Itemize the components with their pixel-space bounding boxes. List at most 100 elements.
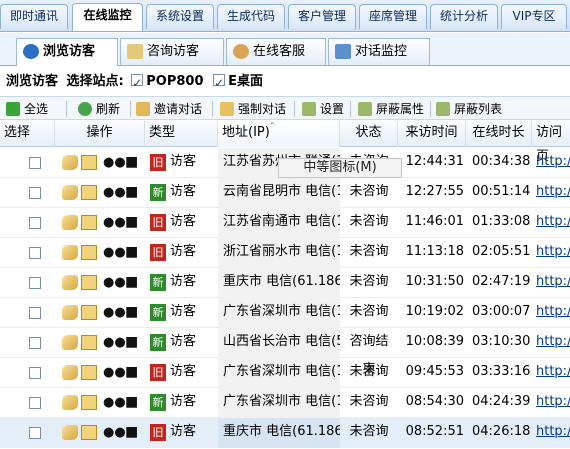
envelope-icon[interactable] bbox=[81, 245, 97, 260]
tab-system-settings[interactable]: 系统设置 bbox=[146, 4, 214, 29]
row-checkbox[interactable] bbox=[29, 157, 41, 169]
col-header-arrival-time[interactable]: 来访时间 bbox=[398, 121, 466, 147]
mask-list-button[interactable]: 屏蔽列表 bbox=[436, 100, 502, 118]
table-row[interactable]: ●● ■ 新访客 云南省昆明市 电信(1 未咨询 12:27:55 00:51:14 http… bbox=[0, 178, 570, 208]
binoculars-icon[interactable]: ●● bbox=[103, 185, 126, 200]
subtab-dialog-monitor[interactable]: 对话监控 bbox=[328, 38, 430, 65]
invite-hand-icon[interactable] bbox=[62, 215, 78, 230]
row-checkbox[interactable] bbox=[29, 187, 41, 199]
head-icon[interactable]: ■ bbox=[125, 275, 141, 290]
visit-page-link[interactable]: http:/ bbox=[536, 388, 570, 416]
tab-generate-code[interactable]: 生成代码 bbox=[217, 4, 285, 29]
col-header-visit-page[interactable]: 访问页 bbox=[532, 121, 570, 164]
head-icon[interactable]: ■ bbox=[125, 185, 141, 200]
head-icon[interactable]: ■ bbox=[125, 425, 141, 440]
table-row[interactable]: ●● ■ 新访客 山西省长治市 电信(5 咨询结束 10:08:39 03:10:30 htt… bbox=[0, 328, 570, 377]
table-row[interactable]: ●● ■ 新访客 广东省深圳市 电信(1 未咨询 08:54:30 04:24:39 http… bbox=[0, 388, 570, 418]
invite-hand-icon[interactable] bbox=[62, 425, 78, 440]
envelope-icon[interactable] bbox=[81, 335, 97, 350]
visit-page-link[interactable]: http:/ bbox=[536, 268, 570, 296]
visit-page-link[interactable]: http:/ bbox=[536, 298, 570, 326]
binoculars-icon[interactable]: ●● bbox=[103, 275, 126, 290]
binoculars-icon[interactable]: ●● bbox=[103, 155, 126, 170]
col-header-select[interactable]: 选择 bbox=[0, 121, 55, 147]
tab-seat-management[interactable]: 座席管理 bbox=[359, 4, 427, 29]
visit-page-link[interactable]: http:/ bbox=[536, 148, 570, 176]
tab-vip[interactable]: VIP专区 bbox=[501, 4, 567, 29]
col-header-status[interactable]: 状态 bbox=[340, 121, 398, 147]
envelope-icon[interactable] bbox=[81, 425, 97, 440]
envelope-icon[interactable] bbox=[81, 365, 97, 380]
binoculars-icon[interactable]: ●● bbox=[103, 305, 126, 320]
envelope-icon[interactable] bbox=[81, 395, 97, 410]
col-header-online-duration[interactable]: 在线时长 bbox=[466, 121, 532, 147]
row-checkbox[interactable] bbox=[29, 217, 41, 229]
head-icon[interactable]: ■ bbox=[125, 395, 141, 410]
invite-dialog-button[interactable]: 邀请对话 bbox=[136, 100, 202, 118]
row-checkbox[interactable] bbox=[29, 307, 41, 319]
table-row[interactable]: ●● ■ 旧访客 江苏省南通市 电信(1 未咨询 11:46:01 01:33:08 http… bbox=[0, 208, 570, 238]
envelope-icon[interactable] bbox=[81, 185, 97, 200]
invite-hand-icon[interactable] bbox=[62, 155, 78, 170]
visit-page-link[interactable]: http:/ bbox=[536, 208, 570, 236]
toolbar-divider bbox=[430, 101, 431, 117]
col-header-address[interactable]: 地址(IP) ^ bbox=[218, 121, 340, 147]
col-header-type[interactable]: 类型 bbox=[145, 121, 218, 147]
site-checkbox-pop800[interactable] bbox=[131, 71, 144, 95]
table-row[interactable]: ●● ■ 旧访客 浙江省丽水市 电信(1 未咨询 11:13:18 02:05:51 http… bbox=[0, 238, 570, 268]
visit-page-link[interactable]: http:/ bbox=[536, 238, 570, 266]
invite-hand-icon[interactable] bbox=[62, 305, 78, 320]
tab-instant-messaging[interactable]: 即时通讯 bbox=[0, 4, 68, 29]
envelope-icon[interactable] bbox=[81, 275, 97, 290]
head-icon[interactable]: ■ bbox=[125, 305, 141, 320]
subtab-browse-visitors[interactable]: 浏览访客 bbox=[16, 38, 118, 66]
visit-page-link[interactable]: http:/ bbox=[536, 328, 570, 356]
envelope-icon[interactable] bbox=[81, 305, 97, 320]
row-checkbox[interactable] bbox=[29, 367, 41, 379]
visit-page-link[interactable]: http:/ bbox=[536, 358, 570, 386]
site-checkbox-edesktop[interactable] bbox=[213, 71, 226, 95]
binoculars-icon[interactable]: ●● bbox=[103, 365, 126, 380]
invite-hand-icon[interactable] bbox=[62, 395, 78, 410]
row-checkbox[interactable] bbox=[29, 247, 41, 259]
invite-hand-icon[interactable] bbox=[62, 185, 78, 200]
binoculars-icon[interactable]: ●● bbox=[103, 425, 126, 440]
select-all-button[interactable]: 全选 bbox=[6, 100, 48, 118]
binoculars-icon[interactable]: ●● bbox=[103, 395, 126, 410]
col-header-actions[interactable]: 操作 bbox=[55, 121, 145, 147]
table-row[interactable]: ●● ■ 旧访客 广东省深圳市 电信(1 未咨询 09:45:53 03:33:16 http… bbox=[0, 358, 570, 388]
envelope-icon[interactable] bbox=[81, 215, 97, 230]
head-icon[interactable]: ■ bbox=[125, 335, 141, 350]
head-icon[interactable]: ■ bbox=[125, 215, 141, 230]
invite-hand-icon[interactable] bbox=[62, 275, 78, 290]
row-checkbox[interactable] bbox=[29, 427, 41, 439]
head-icon[interactable]: ■ bbox=[125, 155, 141, 170]
subtab-online-service[interactable]: 在线客服 bbox=[226, 38, 326, 65]
invite-hand-icon[interactable] bbox=[62, 365, 78, 380]
head-icon[interactable]: ■ bbox=[125, 365, 141, 380]
envelope-icon[interactable] bbox=[81, 155, 97, 170]
row-checkbox[interactable] bbox=[29, 337, 41, 349]
tab-statistics[interactable]: 统计分析 bbox=[430, 4, 498, 29]
refresh-button[interactable]: 刷新 bbox=[78, 100, 120, 118]
binoculars-icon[interactable]: ●● bbox=[103, 335, 126, 350]
table-row[interactable]: ●● ■ 旧访客 重庆市 电信(61.186 未咨询 08:52:51 04:26:18 ht… bbox=[0, 418, 570, 448]
row-checkbox[interactable] bbox=[29, 397, 41, 409]
table-row[interactable]: ●● ■ 新访客 广东省深圳市 电信(1 未咨询 10:19:02 03:00:07 http… bbox=[0, 298, 570, 328]
invite-hand-icon[interactable] bbox=[62, 245, 78, 260]
tab-online-monitor[interactable]: 在线监控 bbox=[72, 3, 143, 31]
force-dialog-button[interactable]: 强制对话 bbox=[220, 100, 286, 118]
arrival-time: 11:13:18 bbox=[405, 244, 464, 259]
visit-page-link[interactable]: http:/ bbox=[536, 418, 570, 446]
table-row[interactable]: ●● ■ 新访客 重庆市 电信(61.186 未咨询 10:31:50 02:47:19 ht… bbox=[0, 268, 570, 298]
row-checkbox[interactable] bbox=[29, 277, 41, 289]
mask-attribute-button[interactable]: 屏蔽属性 bbox=[358, 100, 424, 118]
invite-hand-icon[interactable] bbox=[62, 335, 78, 350]
binoculars-icon[interactable]: ●● bbox=[103, 245, 126, 260]
binoculars-icon[interactable]: ●● bbox=[103, 215, 126, 230]
tab-customer-management[interactable]: 客户管理 bbox=[288, 4, 356, 29]
visit-page-link[interactable]: http:/ bbox=[536, 178, 570, 206]
subtab-consult-visitors[interactable]: 咨询访客 bbox=[120, 38, 224, 65]
head-icon[interactable]: ■ bbox=[125, 245, 141, 260]
settings-button[interactable]: 设置 bbox=[302, 100, 344, 118]
